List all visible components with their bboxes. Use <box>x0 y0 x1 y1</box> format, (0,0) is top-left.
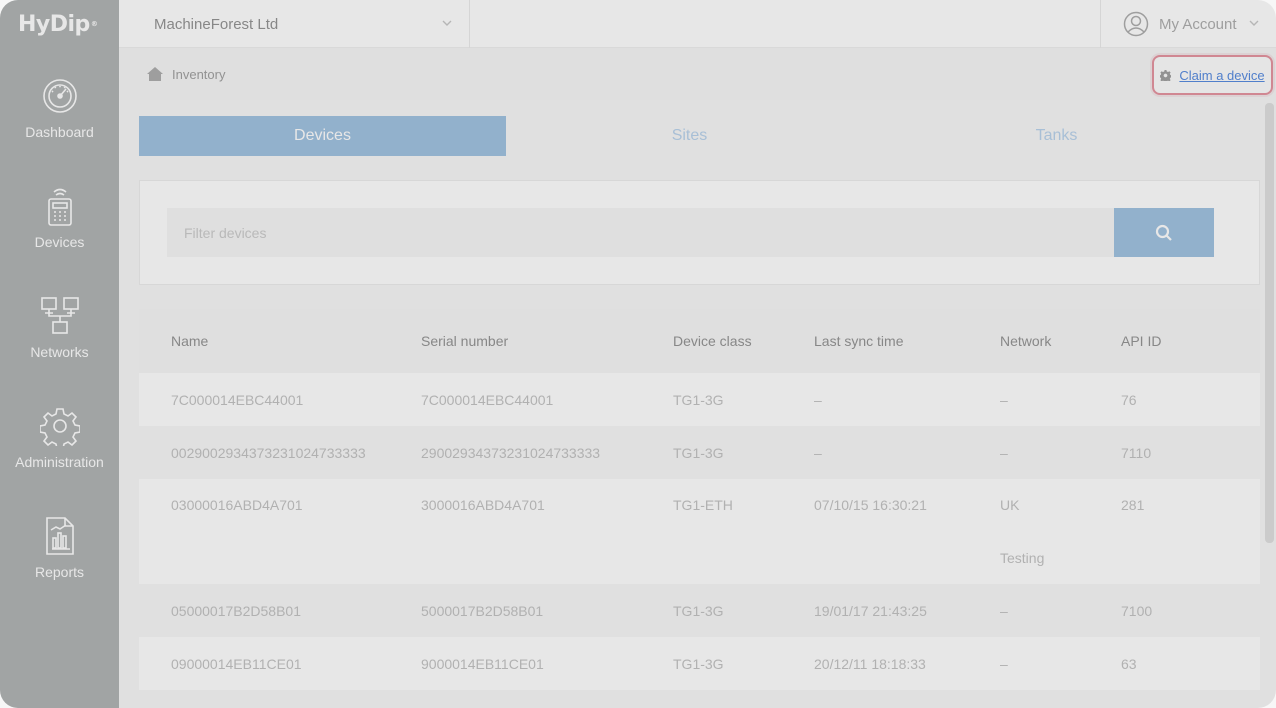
chevron-down-icon <box>442 20 452 26</box>
cell-sync: 19/01/17 21:43:25 <box>814 602 927 619</box>
cell-serial: 3000016ABD4A701 <box>421 497 545 513</box>
cell-serial: 5000017B2D58B01 <box>421 602 544 619</box>
inventory-tabs: Devices Sites Tanks <box>139 116 1260 156</box>
top-bar: MachineForest Ltd My Account <box>119 0 1276 48</box>
table-row[interactable]: 05000017B2D58B01 5000017B2D58B01 TG1-3G … <box>139 584 1260 637</box>
inventory-main: Devices Sites Tanks Name Serial number D… <box>139 116 1260 708</box>
account-menu[interactable]: My Account <box>1100 0 1276 48</box>
home-icon[interactable] <box>146 65 164 83</box>
content-area: Inventory Claim a device Devices Sites T… <box>119 48 1276 708</box>
devices-table: Name Serial number Device class Last syn… <box>139 309 1260 690</box>
table-row[interactable]: 0029002934373231024733333 29002934373231… <box>139 426 1260 479</box>
report-icon <box>45 517 74 555</box>
sidebar-item-dashboard[interactable]: Dashboard <box>0 48 119 158</box>
cell-name: 05000017B2D58B01 <box>171 602 302 619</box>
filter-devices-input[interactable] <box>167 208 1114 257</box>
network-entry: Testing <box>1000 550 1045 566</box>
cell-name: 7C000014EBC44001 <box>171 391 304 408</box>
account-label: My Account <box>1159 15 1237 33</box>
filter-card <box>139 180 1260 285</box>
sidebar-nav: Dashboard Devices Networks Administratio… <box>0 48 119 598</box>
table-row[interactable]: 7C000014EBC44001 7C000014EBC44001 TG1-3G… <box>139 373 1260 426</box>
sidebar-item-label: Administration <box>15 454 104 470</box>
claim-device-box: Claim a device <box>1152 55 1273 95</box>
sidebar-item-label: Networks <box>30 344 89 360</box>
cell-api-id: 7100 <box>1121 602 1153 619</box>
sidebar-item-networks[interactable]: Networks <box>0 268 119 378</box>
breadcrumb: Inventory <box>119 48 1276 100</box>
sidebar-item-label: Devices <box>34 234 85 250</box>
cell-class: TG1-3G <box>673 444 724 461</box>
cell-name: 09000014EB11CE01 <box>171 655 302 672</box>
user-icon <box>1123 11 1149 37</box>
column-header-network[interactable]: Network <box>1000 333 1121 349</box>
app-window: HyDip ® Dashboard Devices Networks Admin… <box>0 0 1276 708</box>
cell-api-id: 76 <box>1121 391 1137 408</box>
cell-serial: 9000014EB11CE01 <box>421 655 544 672</box>
organisation-select[interactable]: MachineForest Ltd <box>119 0 470 48</box>
column-header-sync[interactable]: Last sync time <box>814 333 1000 349</box>
tab-sites[interactable]: Sites <box>506 116 873 156</box>
device-icon <box>47 188 72 226</box>
search-icon <box>1155 224 1172 241</box>
breadcrumb-item-inventory[interactable]: Inventory <box>172 67 225 82</box>
cell-network: – <box>1000 602 1008 619</box>
sidebar-item-administration[interactable]: Administration <box>0 378 119 488</box>
cell-name: 0029002934373231024733333 <box>171 444 366 461</box>
cell-sync: 07/10/15 16:30:21 <box>814 497 927 513</box>
cell-api-id: 63 <box>1121 655 1137 672</box>
cell-sync: – <box>814 444 822 461</box>
tab-devices[interactable]: Devices <box>139 116 506 156</box>
cell-name: 03000016ABD4A701 <box>171 497 303 513</box>
logo-mark: ® <box>90 20 98 28</box>
network-icon <box>40 297 79 334</box>
column-header-name[interactable]: Name <box>139 333 421 349</box>
cell-api-id: 7110 <box>1121 444 1152 461</box>
search-button[interactable] <box>1114 208 1214 257</box>
column-header-class[interactable]: Device class <box>673 333 814 349</box>
cell-network: – <box>1000 444 1008 461</box>
logo-text: HyDip <box>18 11 90 37</box>
table-row[interactable]: 09000014EB11CE01 9000014EB11CE01 TG1-3G … <box>139 637 1260 690</box>
gear-icon <box>1160 69 1172 81</box>
cell-network: – <box>1000 655 1008 672</box>
cell-class: TG1-3G <box>673 655 724 672</box>
sidebar-item-reports[interactable]: Reports <box>0 488 119 598</box>
cell-class: TG1-3G <box>673 602 724 619</box>
sidebar-item-label: Reports <box>34 564 85 580</box>
cell-network: – <box>1000 391 1008 408</box>
cell-class: TG1-3G <box>673 391 724 408</box>
cell-sync: 20/12/11 18:18:33 <box>814 655 926 672</box>
sidebar-item-devices[interactable]: Devices <box>0 158 119 268</box>
table-header: Name Serial number Device class Last syn… <box>139 309 1260 373</box>
tab-tanks[interactable]: Tanks <box>873 116 1240 156</box>
gauge-icon <box>42 79 77 113</box>
cell-sync: – <box>814 391 822 408</box>
organisation-name: MachineForest Ltd <box>154 15 279 33</box>
cell-serial: 290029343732310247333​33 <box>421 444 601 461</box>
column-header-api-id[interactable]: API ID <box>1121 333 1221 349</box>
cell-serial: 7C000014EBC44001 <box>421 391 554 408</box>
table-row[interactable]: 03000016ABD4A701 3000016ABD4A701 TG1-ETH… <box>139 479 1260 584</box>
scrollbar[interactable] <box>1265 103 1274 543</box>
gear-icon <box>39 408 80 446</box>
sidebar-item-label: Dashboard <box>25 124 94 140</box>
column-header-serial[interactable]: Serial number <box>421 333 673 349</box>
sidebar: HyDip ® Dashboard Devices Networks Admin… <box>0 0 119 708</box>
cell-network: UK Testing <box>1000 479 1121 585</box>
logo[interactable]: HyDip ® <box>0 0 119 48</box>
network-entry: UK <box>1000 497 1020 513</box>
cell-class: TG1-ETH <box>673 497 733 513</box>
cell-api-id: 281 <box>1121 497 1145 513</box>
chevron-down-icon <box>1249 20 1259 26</box>
claim-device-link[interactable]: Claim a device <box>1179 68 1264 83</box>
